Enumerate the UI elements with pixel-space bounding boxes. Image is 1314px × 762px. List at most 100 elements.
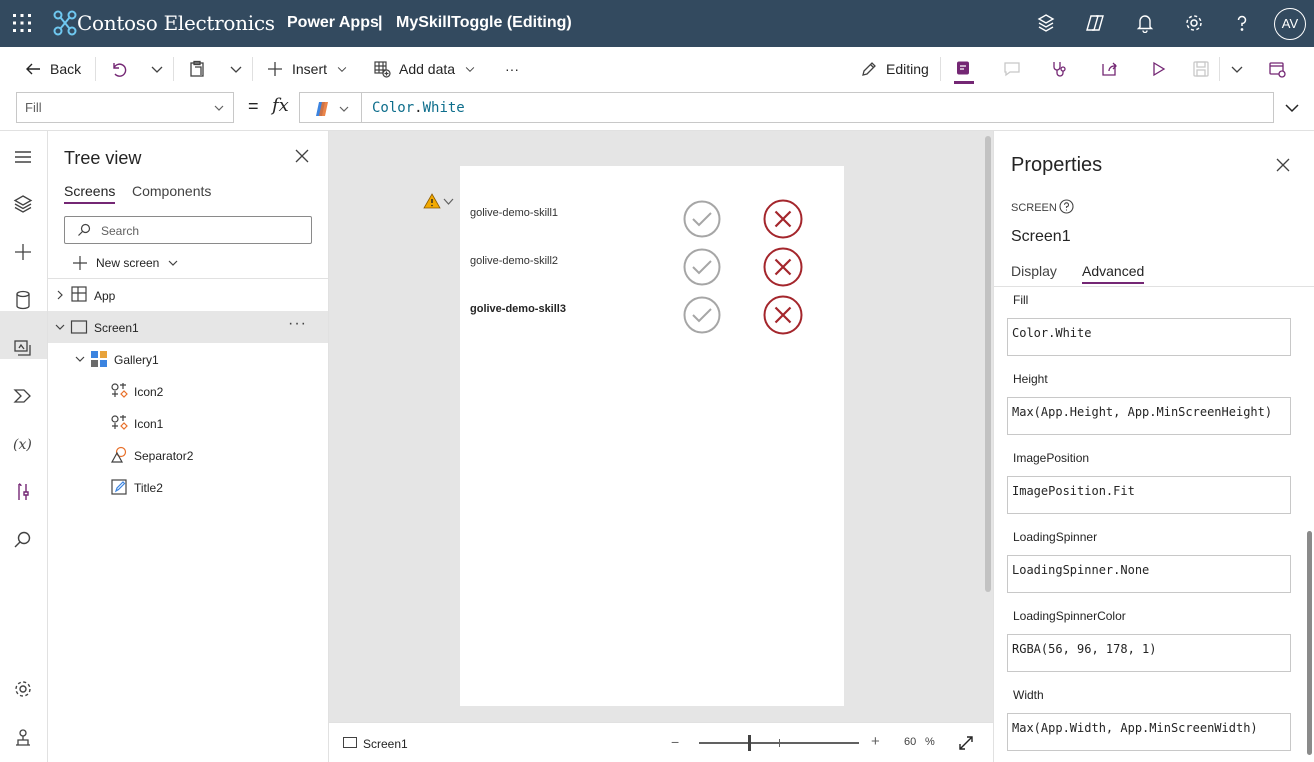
property-input-height[interactable]: Max(App.Height, App.MinScreenHeight) [1007, 397, 1291, 435]
paste-button[interactable] [188, 47, 206, 91]
tree-item-title2[interactable]: Title2 [48, 471, 328, 503]
cancel-circle-icon[interactable] [763, 199, 803, 239]
tree-item-label: Icon2 [134, 385, 164, 399]
app-checker-button[interactable] [954, 47, 972, 91]
zoom-slider-thumb[interactable] [748, 735, 751, 751]
chevron-down-icon[interactable] [443, 196, 454, 207]
user-avatar[interactable]: AV [1274, 8, 1306, 40]
notifications-icon[interactable] [1135, 13, 1155, 33]
share-button[interactable] [1100, 47, 1118, 91]
formula-object: Color [372, 100, 415, 116]
save-menu-button[interactable] [1228, 47, 1246, 91]
more-options-button[interactable]: ··· [288, 315, 307, 333]
save-button[interactable] [1192, 47, 1210, 91]
check-circle-icon[interactable] [683, 200, 721, 238]
gallery-skill-title[interactable]: golive-demo-skill1 [470, 207, 558, 219]
preview-play-button[interactable] [1149, 47, 1167, 91]
undo-icon [113, 63, 127, 77]
formula-copilot-button[interactable] [299, 92, 361, 123]
tab-advanced[interactable]: Advanced [1082, 263, 1145, 284]
canvas-vertical-scrollbar[interactable] [985, 136, 991, 592]
comments-button[interactable] [1003, 47, 1021, 91]
advanced-tools-icon[interactable] [12, 481, 34, 503]
tree-item-screen1[interactable]: Screen1 ··· [48, 311, 328, 343]
property-input-fill[interactable]: Color.White [1007, 318, 1291, 356]
variables-icon[interactable]: (x) [12, 433, 34, 455]
insert-button[interactable]: Insert [266, 47, 349, 91]
virtual-agent-icon[interactable] [12, 727, 34, 749]
publish-button[interactable] [1268, 47, 1286, 91]
org-name[interactable]: Contoso Electronics [77, 11, 275, 35]
tab-components[interactable]: Components [132, 183, 211, 199]
property-label-height: Height [1013, 372, 1048, 386]
tree-item-app[interactable]: App [48, 279, 328, 311]
media-icon[interactable] [12, 337, 34, 359]
app-launcher-icon[interactable] [12, 13, 32, 33]
properties-title: Properties [1011, 154, 1103, 176]
formula-input[interactable]: Color.White [361, 92, 1274, 123]
property-input-loadingspinnercolor[interactable]: RGBA(56, 96, 178, 1) [1007, 634, 1291, 672]
environment-icon[interactable] [1036, 13, 1056, 33]
zoom-level[interactable]: 60 [904, 736, 916, 748]
editing-mode-button[interactable]: Editing [860, 47, 929, 91]
property-dropdown[interactable]: Fill [16, 92, 234, 123]
icons-control-icon [111, 383, 128, 398]
properties-scrollbar[interactable] [1307, 531, 1312, 755]
new-screen-button[interactable]: New screen [72, 253, 179, 273]
hamburger-menu-icon[interactable] [12, 146, 34, 168]
check-circle-icon[interactable] [683, 248, 721, 286]
tree-item-icon2[interactable]: Icon2 [48, 375, 328, 407]
monitor-button[interactable] [1051, 47, 1069, 91]
fit-to-window-icon[interactable] [958, 735, 974, 751]
tab-screens[interactable]: Screens [64, 183, 116, 204]
tree-item-gallery1[interactable]: Gallery1 [48, 343, 328, 375]
tree-item-label: Separator2 [134, 449, 194, 463]
footer-screen-selector[interactable]: Screen1 [363, 737, 408, 751]
app-name[interactable]: Power Apps [287, 14, 379, 32]
zoom-out-button[interactable]: − [671, 734, 679, 750]
back-button[interactable]: Back [24, 47, 81, 91]
paste-menu-button[interactable] [227, 47, 245, 91]
help-circle-icon[interactable] [1059, 199, 1074, 214]
property-input-loadingspinner[interactable]: LoadingSpinner.None [1007, 555, 1291, 593]
copilot-icon[interactable] [1085, 13, 1105, 33]
chevron-down-icon[interactable] [75, 354, 85, 364]
settings-gear-icon[interactable] [1184, 13, 1204, 33]
settings-gear-icon[interactable] [12, 678, 34, 700]
close-icon[interactable] [295, 149, 309, 163]
tree-search-input[interactable]: Search [64, 216, 312, 244]
chevron-down-icon [339, 106, 349, 112]
tree-view-layers-icon[interactable] [12, 193, 34, 215]
gallery-skill-title[interactable]: golive-demo-skill3 [470, 303, 566, 315]
add-data-button[interactable]: Add data [373, 47, 477, 91]
screen-icon [70, 320, 88, 334]
cancel-circle-icon[interactable] [763, 247, 803, 287]
property-input-imageposition[interactable]: ImagePosition.Fit [1007, 476, 1291, 514]
tree-item-separator2[interactable]: Separator2 [48, 439, 328, 471]
zoom-in-button[interactable]: + [871, 733, 880, 750]
share-icon [1102, 62, 1117, 76]
more-commands-button[interactable]: ··· [505, 47, 519, 91]
check-circle-icon[interactable] [683, 296, 721, 334]
expand-formula-chevron-icon[interactable] [1284, 100, 1300, 116]
chevron-down-icon[interactable] [55, 322, 65, 332]
insert-plus-icon[interactable] [12, 241, 34, 263]
gallery-skill-title[interactable]: golive-demo-skill2 [470, 255, 558, 267]
search-icon[interactable] [12, 529, 34, 551]
tree-item-icon1[interactable]: Icon1 [48, 407, 328, 439]
help-icon[interactable] [1232, 13, 1252, 33]
gallery-icon [91, 351, 107, 367]
undo-menu-button[interactable] [148, 47, 166, 91]
title-separator: | [378, 14, 383, 31]
chevron-right-icon[interactable] [55, 290, 65, 300]
data-cylinder-icon[interactable] [12, 289, 34, 311]
cancel-circle-icon[interactable] [763, 295, 803, 335]
tab-display[interactable]: Display [1011, 263, 1057, 279]
power-automate-icon[interactable] [12, 385, 34, 407]
undo-button[interactable] [109, 47, 127, 91]
warning-icon[interactable] [423, 193, 441, 209]
close-icon[interactable] [1276, 158, 1290, 172]
property-input-width[interactable]: Max(App.Width, App.MinScreenWidth) [1007, 713, 1291, 751]
properties-panel: Properties SCREEN Screen1 Display Advanc… [993, 131, 1314, 762]
chevron-down-icon [1231, 66, 1243, 73]
